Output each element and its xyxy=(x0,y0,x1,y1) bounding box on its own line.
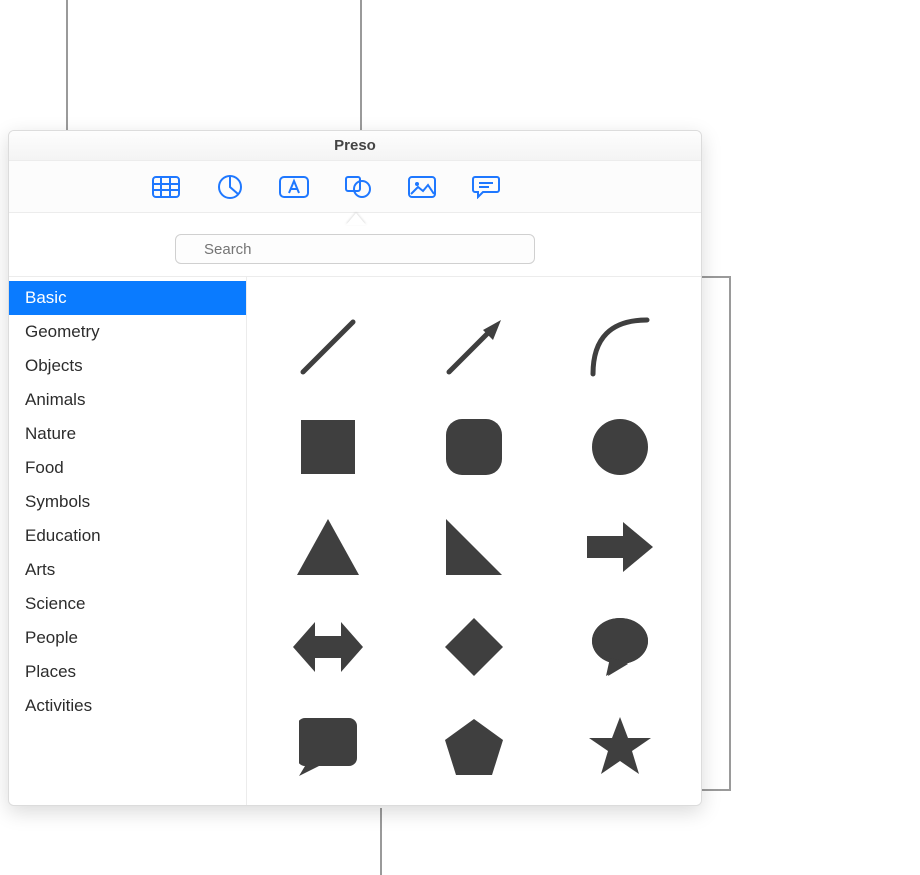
sidebar-item-label: Geometry xyxy=(25,322,100,341)
app-window: Preso xyxy=(8,130,702,806)
sidebar-item-label: Science xyxy=(25,594,85,613)
sidebar-item-label: Food xyxy=(25,458,64,477)
sidebar-item-label: Animals xyxy=(25,390,85,409)
sidebar-item-label: Objects xyxy=(25,356,83,375)
window-title: Preso xyxy=(9,131,701,161)
popover-body: Basic Geometry Objects Animals Nature Fo… xyxy=(9,277,701,805)
toolbar xyxy=(9,161,701,213)
shape-line[interactable] xyxy=(293,312,363,382)
sidebar-item-label: Activities xyxy=(25,696,92,715)
sidebar-item-label: People xyxy=(25,628,78,647)
sidebar-item-science[interactable]: Science xyxy=(9,587,246,621)
shape-arrow-right[interactable] xyxy=(585,512,655,582)
sidebar-item-activities[interactable]: Activities xyxy=(9,689,246,723)
comment-tool[interactable] xyxy=(471,172,501,202)
shape-diamond[interactable] xyxy=(439,612,509,682)
media-tool[interactable] xyxy=(407,172,437,202)
text-tool[interactable] xyxy=(279,172,309,202)
sidebar-item-geometry[interactable]: Geometry xyxy=(9,315,246,349)
shape-square-bubble[interactable] xyxy=(293,712,363,782)
shape-right-triangle[interactable] xyxy=(439,512,509,582)
sidebar-item-label: Basic xyxy=(25,288,67,307)
window-title-text: Preso xyxy=(334,137,376,154)
sidebar-item-symbols[interactable]: Symbols xyxy=(9,485,246,519)
shape-square[interactable] xyxy=(293,412,363,482)
sidebar-item-label: Symbols xyxy=(25,492,90,511)
shape-curve[interactable] xyxy=(585,312,655,382)
sidebar-item-label: Education xyxy=(25,526,101,545)
search-row xyxy=(9,224,701,277)
callout-line xyxy=(702,789,730,791)
table-tool[interactable] xyxy=(151,172,181,202)
chart-tool[interactable] xyxy=(215,172,245,202)
search-input[interactable] xyxy=(175,234,535,264)
shape-star[interactable] xyxy=(585,712,655,782)
shape-pentagon[interactable] xyxy=(439,712,509,782)
sidebar-item-label: Nature xyxy=(25,424,76,443)
sidebar-item-nature[interactable]: Nature xyxy=(9,417,246,451)
shape-arrow-line[interactable] xyxy=(439,312,509,382)
sidebar-item-objects[interactable]: Objects xyxy=(9,349,246,383)
shape-arrow-left-right[interactable] xyxy=(293,612,363,682)
sidebar-item-places[interactable]: Places xyxy=(9,655,246,689)
sidebar-item-label: Arts xyxy=(25,560,55,579)
category-sidebar: Basic Geometry Objects Animals Nature Fo… xyxy=(9,277,247,805)
shape-grid xyxy=(247,277,701,805)
sidebar-item-label: Places xyxy=(25,662,76,681)
shape-triangle[interactable] xyxy=(293,512,363,582)
shape-popover: Basic Geometry Objects Animals Nature Fo… xyxy=(9,224,701,805)
sidebar-item-people[interactable]: People xyxy=(9,621,246,655)
shape-tool[interactable] xyxy=(343,172,373,202)
callout-line xyxy=(702,276,730,278)
sidebar-item-food[interactable]: Food xyxy=(9,451,246,485)
sidebar-item-basic[interactable]: Basic xyxy=(9,281,246,315)
callout-line xyxy=(380,808,382,875)
sidebar-item-animals[interactable]: Animals xyxy=(9,383,246,417)
shape-speech-bubble[interactable] xyxy=(585,612,655,682)
sidebar-item-arts[interactable]: Arts xyxy=(9,553,246,587)
shape-rounded-square[interactable] xyxy=(439,412,509,482)
shape-circle[interactable] xyxy=(585,412,655,482)
callout-line xyxy=(729,276,731,791)
popover-arrow-icon xyxy=(346,213,366,225)
sidebar-item-education[interactable]: Education xyxy=(9,519,246,553)
